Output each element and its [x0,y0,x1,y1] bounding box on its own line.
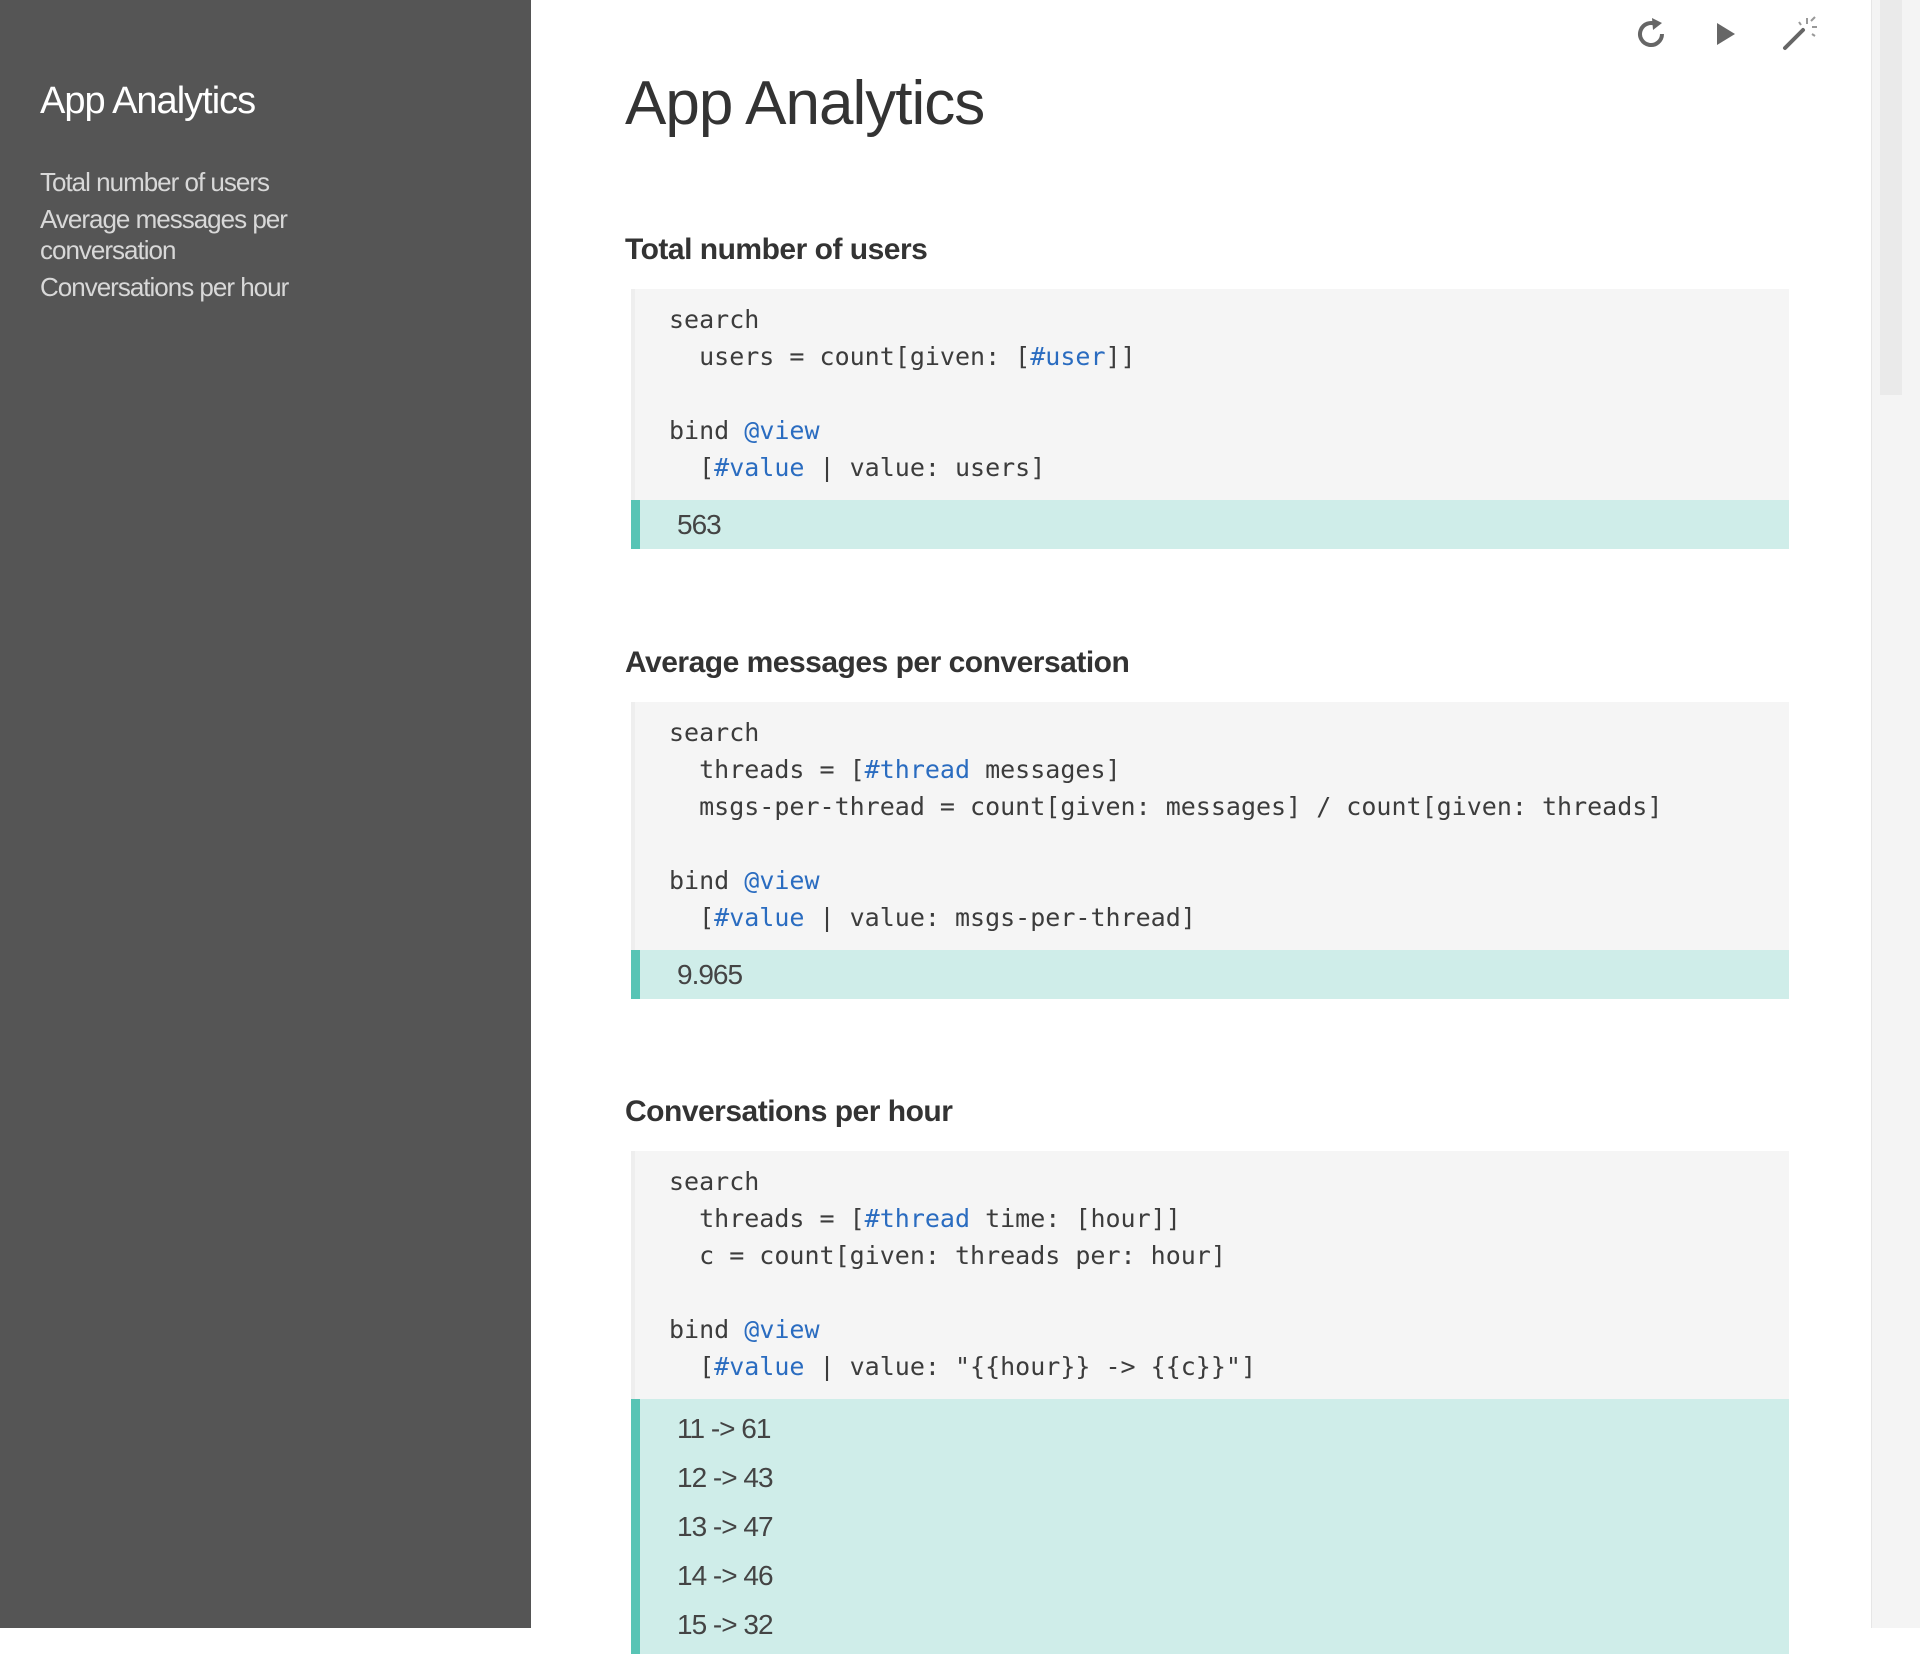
block-conversations-per-hour: Conversations per hour search threads = … [625,1095,1817,1654]
notebook-main: App Analytics Total number of users sear… [531,0,1871,1654]
code-text: threads = [ [669,755,865,784]
code-editor[interactable]: search threads = [#thread messages] msgs… [631,702,1789,950]
code-tag: #value [714,903,805,932]
result-panel: 11 -> 61 12 -> 43 13 -> 47 14 -> 46 15 -… [631,1399,1789,1654]
result-value: 563 [677,509,722,540]
block-title: Total number of users [625,233,928,266]
result-row: 13 -> 47 [677,1511,774,1542]
code-text: msgs-per-thread = count[given: messages]… [669,792,1663,821]
sidebar-title: App Analytics [40,80,256,122]
code-text: messages] [970,755,1121,784]
code-tag: @view [744,416,820,445]
block-avg-messages: Average messages per conversation search… [625,646,1817,999]
code-text: bind [669,866,745,895]
code-editor[interactable]: search threads = [#thread time: [hour]] … [631,1151,1789,1399]
magic-wand-icon [1783,16,1817,50]
result-panel: 9.965 [631,950,1789,999]
code-text: [ [669,1352,715,1381]
scrollbar-thumb[interactable] [1880,0,1902,395]
code-editor[interactable]: search users = count[given: [#user]] bin… [631,289,1789,500]
block-title: Average messages per conversation [625,646,1130,679]
code-tag: @view [744,1315,820,1344]
run-button[interactable] [1705,14,1745,54]
refresh-icon [1638,18,1664,47]
code-text: | value: msgs-per-thread] [804,903,1196,932]
result-row: 11 -> 61 [677,1413,771,1444]
toolbar [1631,14,1819,54]
code-text: time: [hour]] [970,1204,1181,1233]
page-title: App Analytics [625,69,985,138]
code-tag: #user [1030,342,1106,371]
result-value: 9.965 [677,959,743,990]
code-tag: #thread [864,755,971,784]
toc-item-avg-messages[interactable]: Average messages per conversation [40,204,340,266]
code-text: | value: "{{hour}} -> {{c}}"] [804,1352,1257,1381]
result-row: 15 -> 32 [677,1609,774,1640]
result-panel: 563 [631,500,1789,549]
code-text: ]] [1105,342,1136,371]
result-row: 14 -> 46 [677,1560,774,1591]
code-text: threads = [ [669,1204,865,1233]
toc-item-conversations-per-hour[interactable]: Conversations per hour [40,272,340,303]
code-tag: #thread [864,1204,971,1233]
block-total-users: Total number of users search users = cou… [625,233,1817,549]
code-text: search [669,718,760,747]
code-text: [ [669,453,715,482]
code-text: bind [669,1315,745,1344]
toc-item-total-users[interactable]: Total number of users [40,167,340,198]
block-title: Conversations per hour [625,1095,953,1128]
code-tag: #value [714,453,805,482]
code-text: search [669,305,760,334]
magic-button[interactable] [1779,14,1819,54]
scrollbar-track[interactable] [1871,0,1920,1628]
code-tag: @view [744,866,820,895]
code-text: bind [669,416,745,445]
code-text: [ [669,903,715,932]
code-text: c = count[given: threads per: hour] [669,1241,1226,1270]
code-text: | value: users] [804,453,1046,482]
code-text: users = count[given: [ [669,342,1031,371]
sidebar: App Analytics Total number of users Aver… [0,0,531,1628]
result-row: 12 -> 43 [677,1462,774,1493]
refresh-button[interactable] [1631,14,1671,54]
code-text: search [669,1167,760,1196]
play-icon [1717,23,1735,45]
code-tag: #value [714,1352,805,1381]
